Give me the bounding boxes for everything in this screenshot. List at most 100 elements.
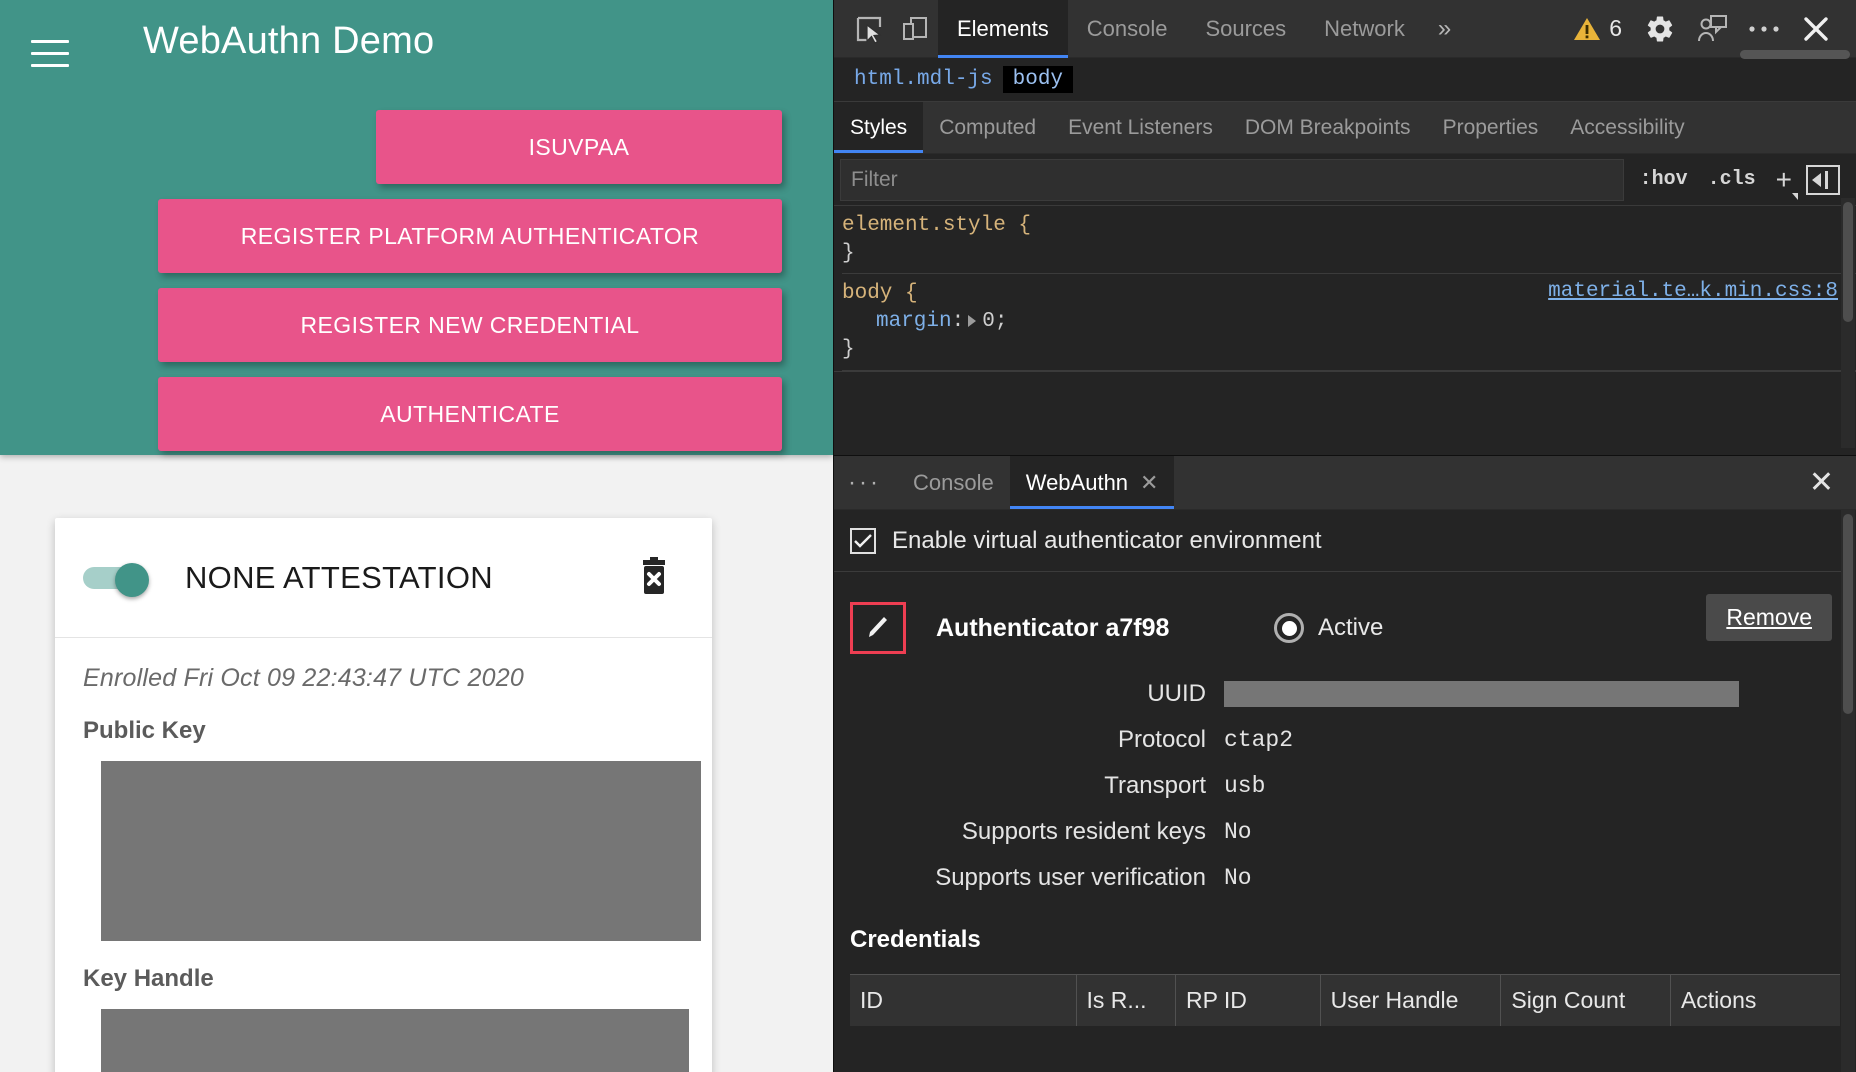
plus-icon: + xyxy=(1775,163,1792,195)
credentials-table: ID Is R... RP ID User Handle Sign Count … xyxy=(850,974,1840,1026)
feedback-person-icon[interactable] xyxy=(1686,6,1738,52)
isuvpaa-button[interactable]: ISUVPAA xyxy=(376,110,782,184)
drawer-tab-bar: ··· Console WebAuthn ✕ ✕ xyxy=(834,456,1856,510)
collapse-arrow-glyph xyxy=(1812,172,1821,187)
authenticator-properties: UUID Protocol ctap2 Transport usb Suppor… xyxy=(834,680,1856,892)
pane-tab-properties[interactable]: Properties xyxy=(1427,102,1555,153)
scrollbar-thumb[interactable] xyxy=(1843,514,1853,714)
toggle-knob xyxy=(115,562,149,597)
tab-sources-label: Sources xyxy=(1205,15,1287,41)
cls-button[interactable]: .cls xyxy=(1698,168,1766,191)
warning-badge[interactable]: 6 xyxy=(1561,15,1634,42)
warning-count: 6 xyxy=(1609,15,1622,41)
breadcrumb-item-body[interactable]: body xyxy=(1002,66,1074,93)
tab-network[interactable]: Network xyxy=(1305,0,1424,58)
ellipsis-icon[interactable] xyxy=(1738,6,1790,52)
column-header-sign-count[interactable]: Sign Count xyxy=(1500,974,1671,1026)
radio-outer-ring xyxy=(1274,613,1304,643)
hov-button[interactable]: :hov xyxy=(1630,168,1698,191)
pane-tab-dom-breakpoints[interactable]: DOM Breakpoints xyxy=(1229,102,1427,153)
close-tab-icon[interactable]: ✕ xyxy=(1140,470,1158,496)
close-drawer-icon[interactable]: ✕ xyxy=(1809,467,1834,498)
tab-elements[interactable]: Elements xyxy=(938,0,1068,58)
pencil-glyph xyxy=(869,617,887,637)
hamburger-bar xyxy=(31,64,69,67)
property-row-uuid: UUID xyxy=(834,680,1856,708)
close-icon[interactable] xyxy=(1790,6,1842,52)
element-picker-icon[interactable] xyxy=(846,9,892,49)
pencil-edit-icon[interactable] xyxy=(850,602,906,654)
pane-tab-accessibility[interactable]: Accessibility xyxy=(1554,102,1700,153)
device-toolbar-icon[interactable] xyxy=(892,9,938,49)
rule-selector[interactable]: element.style { xyxy=(842,212,1856,240)
more-tabs-chevron-icon[interactable]: » xyxy=(1424,0,1465,58)
column-header-id[interactable]: ID xyxy=(850,974,1077,1026)
authenticator-name: Authenticator a7f98 xyxy=(936,613,1170,642)
drawer-tab-console-label: Console xyxy=(912,469,994,495)
expand-triangle-icon[interactable] xyxy=(968,314,977,327)
breadcrumb-item-html[interactable]: html.mdl-js xyxy=(844,66,1003,93)
close-glyph xyxy=(1804,16,1828,41)
style-source-link[interactable]: material.te…k.min.css:8 xyxy=(1548,280,1838,303)
breadcrumb: html.mdl-js body xyxy=(834,58,1856,102)
tab-console[interactable]: Console xyxy=(1068,0,1187,58)
authenticator-header: Authenticator a7f98 Active Remove xyxy=(834,572,1856,654)
enrolled-timestamp: Enrolled Fri Oct 09 22:43:47 UTC 2020 xyxy=(83,664,524,692)
styles-vertical-scrollbar[interactable] xyxy=(1841,198,1855,448)
tab-sources[interactable]: Sources xyxy=(1186,0,1305,58)
drawer-tab-webauthn-label: WebAuthn xyxy=(1025,469,1129,495)
authenticator-active-radio[interactable]: Active xyxy=(1274,613,1383,643)
plus-dropdown-triangle-icon xyxy=(1792,192,1798,200)
styles-filter-input[interactable]: Filter xyxy=(840,158,1624,201)
attestation-toggle[interactable] xyxy=(83,562,155,597)
device-toolbar-glyph xyxy=(903,16,927,40)
property-key: Supports resident keys xyxy=(961,818,1206,845)
property-value: No xyxy=(1224,819,1252,845)
column-header-rp-id[interactable]: RP ID xyxy=(1175,974,1321,1026)
rule-close-brace: } xyxy=(842,241,855,265)
property-key: UUID xyxy=(1147,680,1206,707)
register-platform-authenticator-button[interactable]: REGISTER PLATFORM AUTHENTICATOR xyxy=(158,199,782,273)
property-row-user-verification: Supports user verification No xyxy=(834,864,1856,892)
authenticate-button[interactable]: AUTHENTICATE xyxy=(158,377,782,451)
property-value: usb xyxy=(1224,773,1266,799)
tab-network-label: Network xyxy=(1324,15,1405,41)
rule-selector-text: element.style { xyxy=(842,214,1032,237)
credentials-table-header-row: ID Is R... RP ID User Handle Sign Count … xyxy=(850,974,1840,1026)
drawer-vertical-scrollbar[interactable] xyxy=(1841,510,1855,1072)
credential-card: NONE ATTESTATION Enrolled Fri Oct 09 22:… xyxy=(55,518,712,1072)
styles-pane-tabs: Styles Computed Event Listeners DOM Brea… xyxy=(834,102,1856,154)
property-value: ctap2 xyxy=(1224,727,1294,753)
drawer-tab-webauthn[interactable]: WebAuthn ✕ xyxy=(1009,456,1175,509)
ellipsis-glyph xyxy=(1749,25,1779,32)
pane-tab-styles[interactable]: Styles xyxy=(834,102,924,153)
radio-inner-dot xyxy=(1281,620,1297,636)
column-header-actions[interactable]: Actions xyxy=(1670,974,1840,1026)
app-header: WebAuthn Demo ISUVPAA REGISTER PLATFORM … xyxy=(0,0,833,455)
drawer-more-icon[interactable]: ··· xyxy=(834,456,897,509)
scrollbar-thumb[interactable] xyxy=(1843,202,1853,322)
property-key: Protocol xyxy=(1117,726,1206,753)
hamburger-menu-icon[interactable] xyxy=(31,40,71,72)
gear-icon[interactable] xyxy=(1634,6,1686,52)
style-rules: element.style { } body { material.te…k.m… xyxy=(834,206,1856,371)
new-style-rule-button[interactable]: + xyxy=(1766,163,1802,200)
property-value-redacted xyxy=(1224,681,1739,707)
trash-x-icon[interactable] xyxy=(634,556,674,599)
remove-authenticator-button[interactable]: Remove xyxy=(1706,594,1832,641)
drawer-tab-console[interactable]: Console xyxy=(897,456,1010,509)
column-header-user-handle[interactable]: User Handle xyxy=(1320,974,1502,1026)
credentials-heading: Credentials xyxy=(850,926,981,953)
pane-tab-computed-label: Computed xyxy=(939,115,1037,139)
pane-tab-computed[interactable]: Computed xyxy=(923,102,1052,153)
register-new-credential-button[interactable]: REGISTER NEW CREDENTIAL xyxy=(158,288,782,362)
collapse-sidebar-icon[interactable] xyxy=(1806,164,1840,195)
key-handle-label: Key Handle xyxy=(83,965,214,992)
devtools-toolbar: Elements Console Sources Network » 6 xyxy=(834,0,1856,59)
panel-splitter[interactable] xyxy=(834,370,1856,397)
enable-virtual-authenticator-checkbox[interactable] xyxy=(850,527,876,554)
horizontal-scrollbar[interactable] xyxy=(1740,50,1850,59)
column-header-is-resident[interactable]: Is R... xyxy=(1076,974,1176,1026)
rule-declaration[interactable]: margin: 0; xyxy=(842,308,1856,336)
pane-tab-event-listeners[interactable]: Event Listeners xyxy=(1052,102,1229,153)
